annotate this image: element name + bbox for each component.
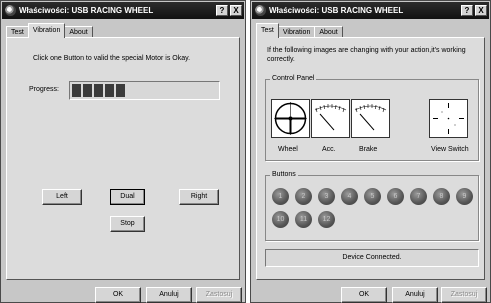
test-panel: If the following images are changing wit… xyxy=(256,37,485,280)
vibration-dialog: Właściwości: USB RACING WHEEL ? X Test V… xyxy=(0,0,246,303)
apply-button: Zastosuj xyxy=(441,287,487,303)
steering-wheel-icon xyxy=(274,102,307,135)
view-switch-indicator xyxy=(429,99,468,138)
progress-block xyxy=(94,84,103,97)
ok-button[interactable]: OK xyxy=(95,287,141,303)
accelerator-gauge xyxy=(311,99,350,138)
wheel-indicator xyxy=(271,99,310,138)
brake-gauge xyxy=(351,99,390,138)
wheel-label: Wheel xyxy=(278,146,298,153)
tab-test[interactable]: Test xyxy=(256,23,279,38)
help-button[interactable]: ? xyxy=(216,5,228,16)
progress-block xyxy=(105,84,114,97)
window-title: Właściwości: USB RACING WHEEL xyxy=(269,6,404,15)
buttons-group: Buttons 1 2 3 4 5 6 7 8 9 10 11 12 xyxy=(265,171,479,241)
close-button[interactable]: X xyxy=(230,5,242,16)
button-indicator-12: 12 xyxy=(318,211,335,228)
apply-button: Zastosuj xyxy=(196,287,242,303)
title-bar[interactable]: Właściwości: USB RACING WHEEL ? X xyxy=(2,2,244,19)
tab-strip: Test Vibration About xyxy=(256,23,343,38)
control-panel-group: Control Panel Wheel Acc. Brake View Swit… xyxy=(265,75,479,161)
progress-fill xyxy=(72,84,125,97)
button-indicator-4: 4 xyxy=(341,188,358,205)
instruction-text: Click one Button to valid the special Mo… xyxy=(33,55,191,62)
button-indicator-6: 6 xyxy=(387,188,404,205)
crosshair-icon xyxy=(433,103,464,134)
dual-motor-button[interactable]: Dual xyxy=(110,189,145,205)
progress-block xyxy=(72,84,81,97)
title-bar[interactable]: Właściwości: USB RACING WHEEL ? X xyxy=(252,2,489,19)
button-indicator-9: 9 xyxy=(456,188,473,205)
window-title: Właściwości: USB RACING WHEEL xyxy=(19,6,154,15)
progress-bar xyxy=(69,81,220,100)
wheel-app-icon xyxy=(255,5,266,16)
status-bar: Device Connected. xyxy=(265,249,479,267)
vibration-panel: Click one Button to valid the special Mo… xyxy=(6,37,240,280)
control-panel-label: Control Panel xyxy=(270,75,317,82)
status-text: Device Connected. xyxy=(342,254,402,261)
ok-button[interactable]: OK xyxy=(341,287,387,303)
button-indicator-10: 10 xyxy=(272,211,289,228)
wheel-app-icon xyxy=(5,5,16,16)
accelerator-gauge-icon xyxy=(314,104,347,131)
progress-label: Progress: xyxy=(29,86,59,93)
close-button[interactable]: X xyxy=(475,5,487,16)
cancel-button[interactable]: Anuluj xyxy=(392,287,438,303)
instruction-text: If the following images are changing wit… xyxy=(267,47,466,63)
button-indicator-7: 7 xyxy=(410,188,427,205)
cancel-button[interactable]: Anuluj xyxy=(146,287,192,303)
progress-block xyxy=(83,84,92,97)
button-indicator-3: 3 xyxy=(318,188,335,205)
buttons-group-label: Buttons xyxy=(270,171,298,178)
button-indicator-2: 2 xyxy=(295,188,312,205)
test-dialog: Właściwości: USB RACING WHEEL ? X Test V… xyxy=(250,0,491,303)
view-switch-label: View Switch xyxy=(431,146,469,153)
acc-label: Acc. xyxy=(322,146,336,153)
brake-label: Brake xyxy=(359,146,378,153)
button-indicator-8: 8 xyxy=(433,188,450,205)
help-button[interactable]: ? xyxy=(461,5,473,16)
stop-button[interactable]: Stop xyxy=(110,216,145,232)
button-indicator-11: 11 xyxy=(295,211,312,228)
button-indicator-5: 5 xyxy=(364,188,381,205)
left-motor-button[interactable]: Left xyxy=(42,189,82,205)
progress-block xyxy=(116,84,125,97)
tab-strip: Test Vibration About xyxy=(6,23,93,38)
right-motor-button[interactable]: Right xyxy=(179,189,219,205)
tab-vibration[interactable]: Vibration xyxy=(27,23,66,38)
brake-gauge-icon xyxy=(354,104,387,131)
button-indicator-1: 1 xyxy=(272,188,289,205)
